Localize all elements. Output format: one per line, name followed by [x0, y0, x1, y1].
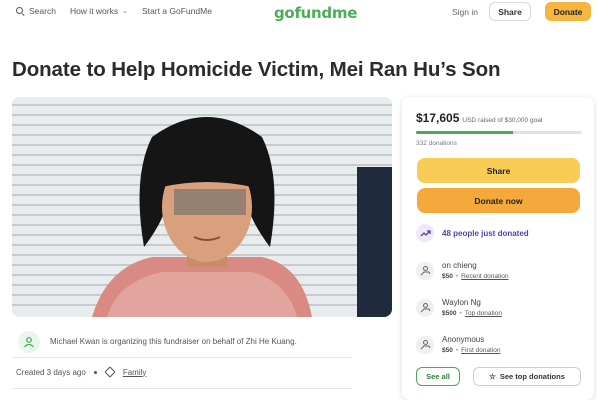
- donate-button-top[interactable]: Donate: [545, 2, 591, 21]
- gofundme-logo[interactable]: gofundme: [274, 4, 357, 22]
- tag-icon: [105, 367, 115, 377]
- just-donated-row: 48 people just donated: [416, 224, 529, 242]
- created-date: Created 3 days ago: [16, 367, 86, 377]
- separator-dot: •: [459, 310, 462, 317]
- share-button-top[interactable]: Share: [489, 2, 531, 21]
- donor-item: on chieng $50 • Recent donation: [416, 261, 508, 280]
- star-icon: ☆: [489, 372, 496, 381]
- donor-detail: $50 • First donation: [442, 347, 501, 354]
- see-top-donations-button[interactable]: ☆ See top donations: [473, 367, 581, 386]
- separator-dot: •: [455, 347, 459, 354]
- donor-amount: $50: [442, 347, 453, 354]
- search-icon: [16, 6, 25, 16]
- start-gofundme-link[interactable]: Start a GoFundMe: [142, 6, 212, 16]
- organizer-row: Michael Kwan is organizing this fundrais…: [12, 326, 352, 358]
- see-top-label: See top donations: [499, 372, 565, 381]
- trending-up-icon: [416, 224, 434, 242]
- progress-bar: [416, 131, 582, 134]
- donor-name: Anonymous: [442, 335, 485, 344]
- amount-value: $17,605: [416, 111, 460, 125]
- donations-count: 332 donations: [416, 140, 457, 147]
- donor-detail: $50 • Recent donation: [442, 273, 508, 280]
- donor-hand-icon: [416, 298, 434, 317]
- goal-text: USD raised of $30,000 goal: [462, 117, 543, 124]
- donor-info: Anonymous $50 • First donation: [442, 335, 501, 354]
- chevron-down-icon: ⌄: [122, 8, 128, 15]
- donation-card: $17,605 USD raised of $30,000 goal 332 do…: [402, 97, 594, 400]
- photo-illustration: [12, 97, 392, 317]
- donate-now-button[interactable]: Donate now: [417, 188, 580, 213]
- divider: [12, 388, 352, 389]
- donor-info: Waylon Ng $500 • Top donation: [442, 298, 502, 317]
- donor-name: Waylon Ng: [442, 298, 481, 307]
- donor-item: Waylon Ng $500 • Top donation: [416, 298, 502, 317]
- blurred-eyes: [174, 189, 246, 215]
- donor-amount: $500: [442, 310, 457, 317]
- campaign-photo: [12, 97, 392, 317]
- start-label: Start a GoFundMe: [142, 6, 212, 16]
- donor-hand-icon: [416, 335, 434, 354]
- see-all-button[interactable]: See all: [416, 367, 460, 386]
- dark-figure-edge: [357, 167, 392, 317]
- separator-dot: •: [455, 273, 459, 280]
- top-nav: Search How it works ⌄ Start a GoFundMe g…: [0, 0, 597, 26]
- donor-note[interactable]: First donation: [461, 347, 500, 354]
- donor-info: on chieng $50 • Recent donation: [442, 261, 508, 280]
- share-button[interactable]: Share: [417, 158, 580, 183]
- donor-amount: $50: [442, 273, 453, 280]
- donor-detail: $500 • Top donation: [442, 310, 502, 317]
- progress-fill: [416, 131, 514, 134]
- just-donated-text: 48 people just donated: [442, 228, 529, 238]
- organizer-text: Michael Kwan is organizing this fundrais…: [50, 337, 297, 346]
- donor-note[interactable]: Recent donation: [461, 273, 508, 280]
- nav-left: Search How it works ⌄ Start a GoFundMe: [16, 6, 212, 16]
- raised-amount: $17,605 USD raised of $30,000 goal: [416, 111, 542, 125]
- page-title: Donate to Help Homicide Victim, Mei Ran …: [12, 58, 501, 81]
- campaign-meta: Created 3 days ago Family: [16, 367, 146, 377]
- how-it-works-menu[interactable]: How it works ⌄: [70, 6, 128, 16]
- search-link[interactable]: Search: [16, 6, 56, 16]
- donor-name: on chieng: [442, 261, 477, 270]
- donor-hand-icon: [416, 261, 434, 280]
- signin-link[interactable]: Sign in: [452, 7, 478, 17]
- search-label: Search: [29, 6, 56, 16]
- donor-item: Anonymous $50 • First donation: [416, 335, 501, 354]
- separator-dot: [93, 370, 97, 374]
- organizer-user-icon: [18, 330, 40, 353]
- category-link[interactable]: Family: [123, 368, 147, 377]
- how-it-works-label: How it works: [69, 6, 119, 16]
- donor-note[interactable]: Top donation: [465, 310, 502, 317]
